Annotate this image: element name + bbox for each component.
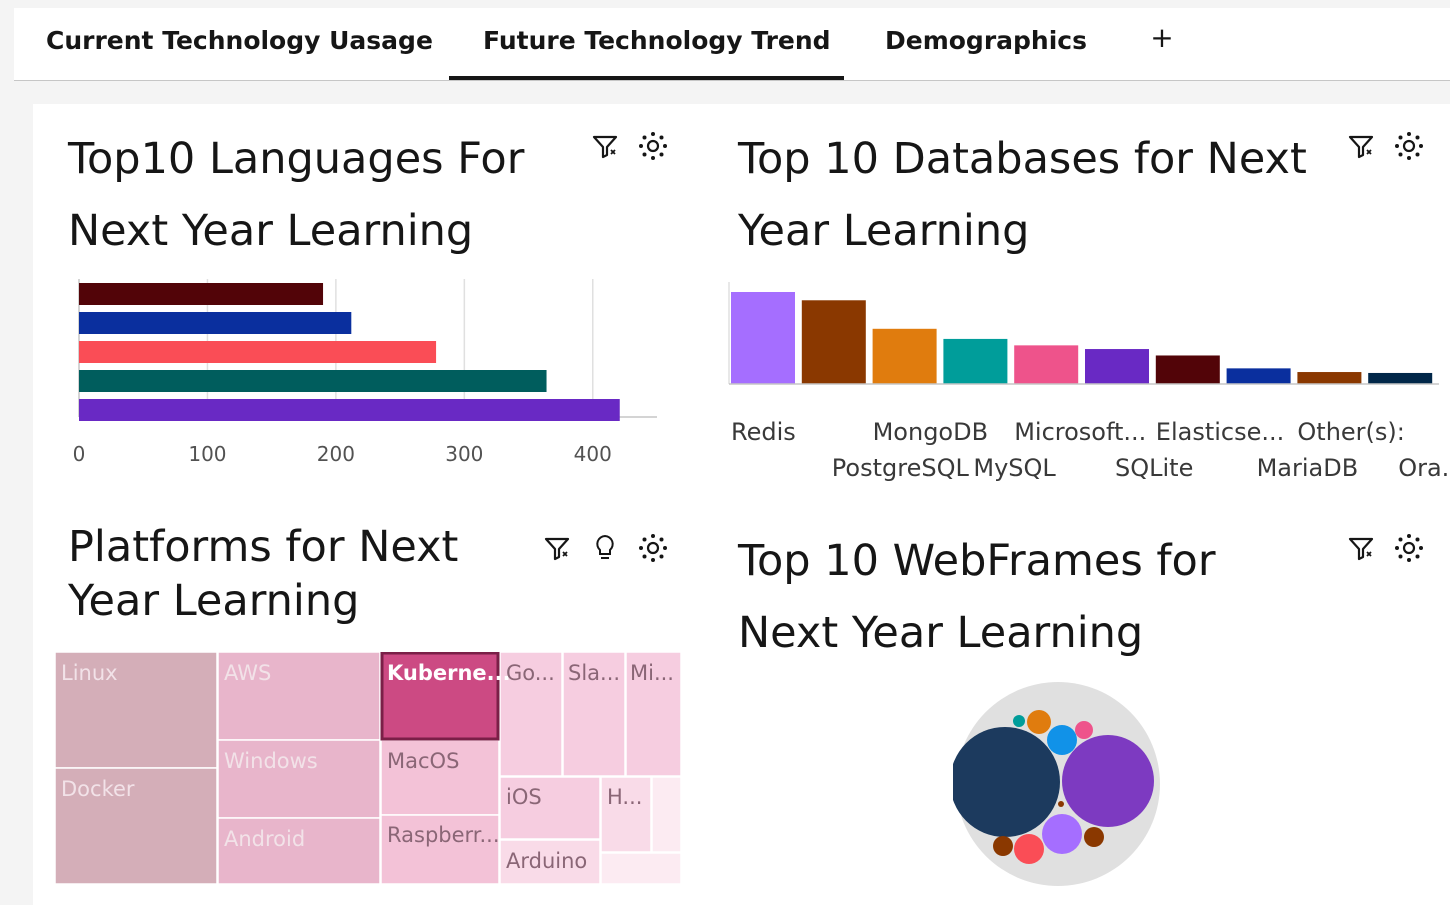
- bar: [731, 292, 795, 384]
- platforms-treemap: Linux Docker AWS Windows Android Kuberne... Ma…: [55, 652, 681, 885]
- bar: [79, 341, 437, 363]
- x-tick-label: 400: [574, 442, 612, 466]
- widget-title-line2: Next Year Learning: [738, 608, 1144, 658]
- lightbulb-icon[interactable]: [589, 532, 621, 564]
- filter-icon[interactable]: [1345, 130, 1377, 162]
- settings-icon[interactable]: [1393, 130, 1425, 162]
- dashboard-tab-bar: Current Technology Uasage Future Technol…: [14, 8, 1450, 81]
- x-tick-label: 0: [73, 442, 86, 466]
- widget-title-line2: Year Learning: [738, 206, 1030, 256]
- settings-icon[interactable]: [1393, 532, 1425, 564]
- treemap-label: AWS: [224, 661, 271, 685]
- bubble: [1027, 710, 1051, 734]
- widget-title-line2: Next Year Learning: [68, 206, 474, 256]
- treemap-label: H...: [607, 785, 642, 809]
- bar: [1155, 355, 1220, 384]
- filter-icon[interactable]: [589, 130, 621, 162]
- widget-title-line1: Top 10 WebFrames for: [738, 536, 1216, 586]
- widget-title-line2: Year Learning: [68, 576, 360, 626]
- filter-icon[interactable]: [541, 532, 573, 564]
- category-label: MySQL: [973, 454, 1056, 482]
- bar: [943, 338, 1008, 384]
- dashboard-canvas: Top10 Languages For Next Year Learning 0…: [33, 104, 1450, 905]
- bar: [79, 399, 620, 421]
- category-label: PostgreSQL: [832, 454, 970, 482]
- bar: [1014, 345, 1079, 384]
- x-tick-label: 100: [188, 442, 226, 466]
- x-tick-label: 300: [445, 442, 483, 466]
- bubble: [1058, 801, 1064, 807]
- category-label: Other(s):: [1297, 418, 1404, 446]
- treemap-label: Raspberr...: [387, 823, 500, 847]
- bar: [1297, 372, 1362, 384]
- tab-future-technology-trend[interactable]: Future Technology Trend: [449, 8, 844, 80]
- widget-top-languages[interactable]: Top10 Languages For Next Year Learning 0…: [33, 104, 713, 504]
- tab-current-technology-usage[interactable]: Current Technology Uasage: [46, 8, 433, 80]
- tab-demographics[interactable]: Demographics: [885, 8, 1087, 80]
- bubble: [1014, 834, 1044, 864]
- treemap-label: Windows: [224, 749, 318, 773]
- treemap-cell: [600, 852, 681, 885]
- bar: [1085, 349, 1149, 384]
- bubble: [1042, 814, 1082, 854]
- treemap-label: Sla...: [568, 661, 620, 685]
- category-label: Ora...: [1398, 454, 1450, 482]
- bar: [79, 370, 547, 392]
- widget-top-databases[interactable]: Top 10 Databases for Next Year Learning …: [713, 104, 1450, 504]
- databases-bar-chart: Redis PostgreSQL MongoDB MySQL Microsoft... S…: [728, 282, 1450, 482]
- treemap-label: Kuberne...: [387, 661, 511, 685]
- treemap-label: MacOS: [387, 749, 459, 773]
- languages-bar-chart: 0 100 200 300 400: [73, 279, 657, 466]
- category-label: Redis: [731, 418, 796, 446]
- category-label: MariaDB: [1257, 454, 1359, 482]
- treemap-label: iOS: [506, 785, 542, 809]
- category-label: Microsoft...: [1014, 418, 1146, 446]
- settings-icon[interactable]: [637, 130, 669, 162]
- bubble: [1084, 827, 1104, 847]
- bar: [801, 300, 866, 384]
- add-tab-button[interactable]: +: [1144, 8, 1180, 68]
- bar: [1368, 372, 1433, 384]
- category-label: Elasticse...: [1156, 418, 1284, 446]
- treemap-label: Linux: [61, 661, 118, 685]
- bubble: [953, 727, 1060, 837]
- category-label: SQLite: [1115, 454, 1193, 482]
- filter-icon[interactable]: [1345, 532, 1377, 564]
- widget-platforms[interactable]: Platforms for Next Year Learning Linux Do…: [33, 514, 713, 905]
- bar: [872, 328, 937, 384]
- widget-title-line1: Top10 Languages For: [68, 134, 525, 184]
- settings-icon[interactable]: [637, 532, 669, 564]
- bubble: [993, 836, 1013, 856]
- treemap-label: Arduino: [506, 849, 587, 873]
- bar: [1226, 368, 1291, 384]
- bubble: [1013, 715, 1025, 727]
- webframes-bubble-chart: [953, 682, 1160, 886]
- treemap-label: Go...: [506, 661, 555, 685]
- treemap-label: Docker: [61, 777, 135, 801]
- widget-top-webframes[interactable]: Top 10 WebFrames for Next Year Learning: [713, 514, 1450, 905]
- treemap-label: Android: [224, 827, 305, 851]
- x-tick-label: 200: [317, 442, 355, 466]
- bar: [79, 312, 352, 334]
- widget-title-line1: Platforms for Next: [68, 522, 459, 572]
- category-label: MongoDB: [873, 418, 988, 446]
- bubble: [1062, 735, 1154, 827]
- widget-title-line1: Top 10 Databases for Next: [738, 134, 1307, 184]
- bar: [79, 283, 324, 305]
- bubble: [1047, 725, 1077, 755]
- bubble: [1075, 721, 1093, 739]
- treemap-cell: [651, 776, 681, 853]
- treemap-label: Mi...: [630, 661, 674, 685]
